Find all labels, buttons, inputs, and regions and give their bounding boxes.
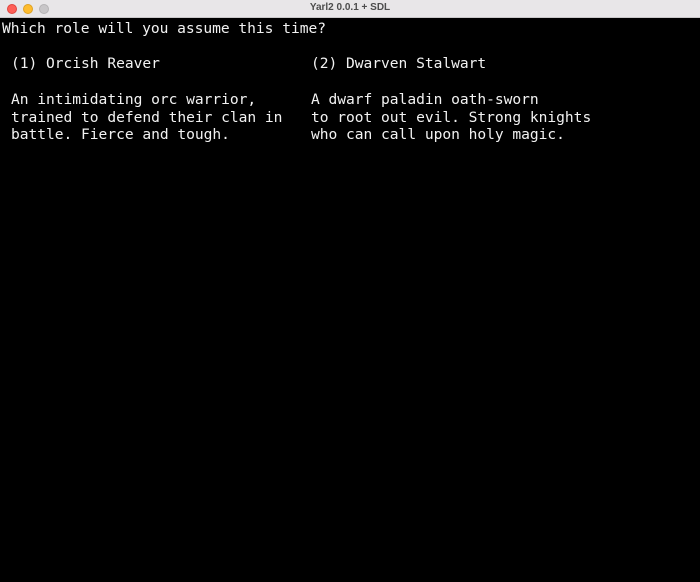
window-title: Yarl2 0.0.1 + SDL xyxy=(309,2,391,13)
role-description-line: battle. Fierce and tough. xyxy=(11,126,230,144)
window-titlebar[interactable]: Yarl2 0.0.1 + SDL xyxy=(0,0,700,18)
role-prompt: Which role will you assume this time? xyxy=(2,20,326,37)
role-description-line: An intimidating orc warrior, xyxy=(11,91,257,108)
role-option-heading[interactable]: (1) Orcish Reaver xyxy=(11,55,160,73)
role-description-line: who can call upon holy magic. xyxy=(311,126,565,144)
role-description-line: trained to defend their clan in xyxy=(11,108,283,126)
role-description-line: A dwarf paladin oath-sworn xyxy=(311,91,539,108)
game-terminal[interactable]: Which role will you assume this time? (1… xyxy=(0,18,700,582)
role-description-line: to root out evil. Strong knights xyxy=(311,108,592,126)
role-option-heading[interactable]: (2) Dwarven Stalwart xyxy=(311,55,486,73)
